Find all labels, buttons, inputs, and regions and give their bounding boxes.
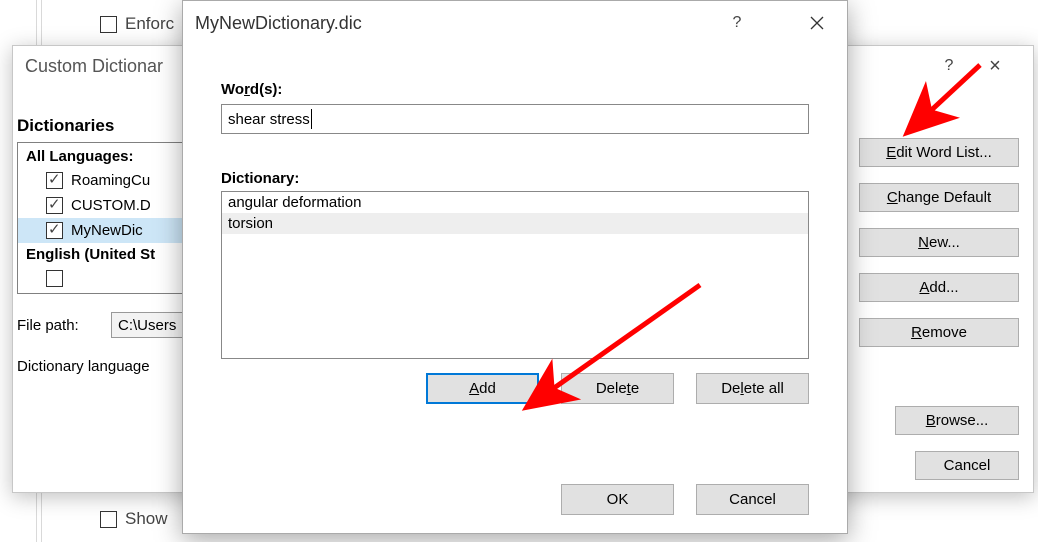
delete-all-button[interactable]: Delete allDelete all [696,373,809,404]
close-icon[interactable]: × [975,52,1015,80]
browse-button[interactable]: Browse...Browse... [895,406,1019,435]
show-label: Show [125,509,168,529]
delete-button[interactable]: DeleteDelete [561,373,674,404]
checkbox-icon[interactable] [46,197,63,214]
dict-item-label: RoamingCu [71,172,150,189]
edit-dictionary-dialog: MyNewDictionary.dic ? × Word(s):Word(s):… [182,0,848,534]
cancel-button[interactable]: Cancel [915,451,1019,480]
list-item[interactable] [18,266,192,291]
word-label: Word(s):Word(s): [221,81,809,98]
list-item[interactable]: MyNewDic [18,218,192,243]
custom-dict-title: Custom Dictionar [25,56,163,77]
enforce-label: Enforc [125,14,174,34]
list-item[interactable]: CUSTOM.D [18,193,192,218]
list-item[interactable]: RoamingCu [18,168,192,193]
help-icon[interactable]: ? [929,52,969,80]
help-icon[interactable]: ? [717,9,757,37]
cancel-button[interactable]: Cancel [696,484,809,515]
group-english: English (United St [18,243,192,266]
edit-word-list-button[interactable]: EEdit Word List...dit Word List... [859,138,1019,167]
enforce-checkbox[interactable] [100,16,117,33]
close-icon[interactable]: × [797,9,837,37]
checkbox-icon[interactable] [46,222,63,239]
edit-dialog-title: MyNewDictionary.dic [195,13,362,34]
remove-button[interactable]: RemoveRemove [859,318,1019,347]
dict-item-label: MyNewDic [71,222,143,239]
file-path-field[interactable]: C:\Users [111,312,185,338]
word-input[interactable]: shear stress [221,104,809,134]
checkbox-icon[interactable] [46,172,63,189]
dictionaries-header: Dictionaries [17,116,193,136]
add-dict-button[interactable]: Add...Add... [859,273,1019,302]
file-path-label: File path: [17,317,111,334]
show-checkbox[interactable] [100,511,117,528]
dictionary-label: Dictionary: [221,170,809,187]
dict-language-label: Dictionary language [17,358,193,375]
ok-button[interactable]: OK [561,484,674,515]
list-item[interactable]: torsion [222,213,808,234]
text-cursor [311,109,312,129]
list-item[interactable]: angular deformation [222,192,808,213]
new-button[interactable]: New...New... [859,228,1019,257]
dict-item-label: CUSTOM.D [71,197,151,214]
change-default-button[interactable]: Change DefaultChange Default [859,183,1019,212]
add-button[interactable]: AddAdd [426,373,539,404]
word-value: shear stress [228,111,310,128]
group-all-languages: All Languages: [18,145,192,168]
dictionary-listbox[interactable]: angular deformation torsion [221,191,809,359]
file-path-value: C:\Users [118,317,176,334]
checkbox-icon[interactable] [46,270,63,287]
